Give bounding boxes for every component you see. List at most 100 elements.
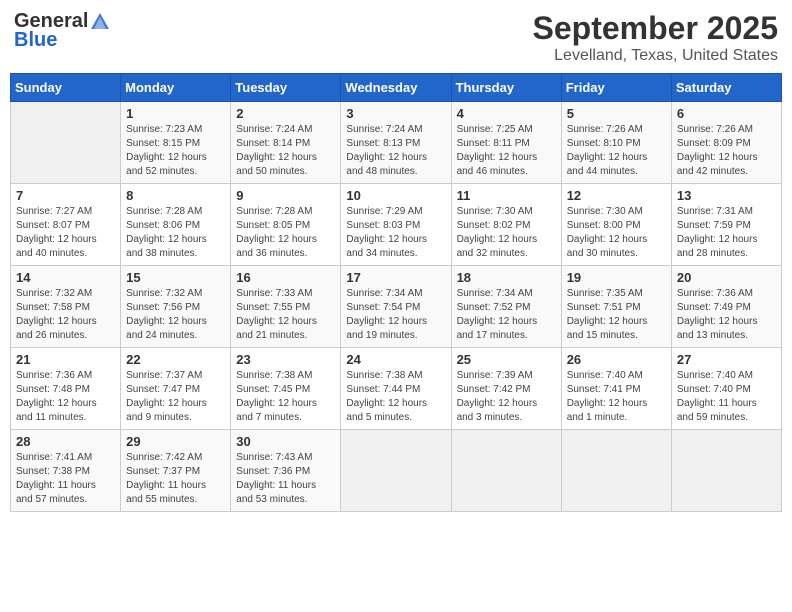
day-number: 11 [457,188,556,203]
day-number: 28 [16,434,115,449]
day-info: Sunrise: 7:41 AM Sunset: 7:38 PM Dayligh… [16,451,115,507]
day-info: Sunrise: 7:28 AM Sunset: 8:05 PM Dayligh… [236,205,335,261]
calendar-cell: 5 Sunrise: 7:26 AM Sunset: 8:10 PM Daylig… [561,102,671,184]
day-info: Sunrise: 7:34 AM Sunset: 7:54 PM Dayligh… [346,287,445,343]
calendar-cell: 24 Sunrise: 7:38 AM Sunset: 7:44 PM Dayli… [341,348,451,430]
calendar-cell: 3 Sunrise: 7:24 AM Sunset: 8:13 PM Daylig… [341,102,451,184]
day-info: Sunrise: 7:36 AM Sunset: 7:49 PM Dayligh… [677,287,776,343]
weekday-header: Monday [121,74,231,102]
calendar-cell: 10 Sunrise: 7:29 AM Sunset: 8:03 PM Dayli… [341,184,451,266]
day-number: 10 [346,188,445,203]
calendar-cell: 12Sunrise: 7:30 AM Sunset: 8:00 PM Dayli… [561,184,671,266]
day-info: Sunrise: 7:32 AM Sunset: 7:56 PM Dayligh… [126,287,225,343]
day-info: Sunrise: 7:37 AM Sunset: 7:47 PM Dayligh… [126,369,225,425]
page-header: General Blue September 2025 Levelland, T… [10,10,782,65]
calendar-cell: 15 Sunrise: 7:32 AM Sunset: 7:56 PM Dayli… [121,266,231,348]
calendar-cell: 19 Sunrise: 7:35 AM Sunset: 7:51 PM Dayli… [561,266,671,348]
logo-blue-text: Blue [14,29,57,52]
day-info: Sunrise: 7:29 AM Sunset: 8:03 PM Dayligh… [346,205,445,261]
calendar-week-row: 1 Sunrise: 7:23 AM Sunset: 8:15 PM Daylig… [11,102,782,184]
day-info: Sunrise: 7:30 AM Sunset: 8:02 PM Dayligh… [457,205,556,261]
day-number: 25 [457,352,556,367]
calendar-cell: 14 Sunrise: 7:32 AM Sunset: 7:58 PM Dayli… [11,266,121,348]
day-number: 30 [236,434,335,449]
calendar-cell: 2 Sunrise: 7:24 AM Sunset: 8:14 PM Daylig… [231,102,341,184]
day-info: Sunrise: 7:43 AM Sunset: 7:36 PM Dayligh… [236,451,335,507]
day-info: Sunrise: 7:25 AM Sunset: 8:11 PM Dayligh… [457,123,556,179]
title-block: September 2025 Levelland, Texas, United … [533,10,778,65]
weekday-header: Thursday [451,74,561,102]
day-info: Sunrise: 7:27 AM Sunset: 8:07 PM Dayligh… [16,205,115,261]
day-number: 17 [346,270,445,285]
calendar-cell: 11 Sunrise: 7:30 AM Sunset: 8:02 PM Dayli… [451,184,561,266]
calendar-cell [11,102,121,184]
weekday-header: Sunday [11,74,121,102]
calendar-cell: 4 Sunrise: 7:25 AM Sunset: 8:11 PM Daylig… [451,102,561,184]
day-info: Sunrise: 7:30 AM Sunset: 8:00 PM Dayligh… [567,205,666,261]
weekday-header: Tuesday [231,74,341,102]
calendar-cell: 21Sunrise: 7:36 AM Sunset: 7:48 PM Dayli… [11,348,121,430]
day-number: 23 [236,352,335,367]
logo: General Blue [14,10,113,52]
day-info: Sunrise: 7:38 AM Sunset: 7:45 PM Dayligh… [236,369,335,425]
day-number: 26 [567,352,666,367]
calendar-cell: 26 Sunrise: 7:40 AM Sunset: 7:41 PM Dayli… [561,348,671,430]
calendar-cell: 30 Sunrise: 7:43 AM Sunset: 7:36 PM Dayli… [231,430,341,512]
day-number: 6 [677,106,776,121]
calendar-cell: 16Sunrise: 7:33 AM Sunset: 7:55 PM Dayli… [231,266,341,348]
calendar-week-row: 21Sunrise: 7:36 AM Sunset: 7:48 PM Dayli… [11,348,782,430]
day-number: 4 [457,106,556,121]
logo-icon [89,11,111,33]
day-number: 15 [126,270,225,285]
day-info: Sunrise: 7:24 AM Sunset: 8:13 PM Dayligh… [346,123,445,179]
day-info: Sunrise: 7:32 AM Sunset: 7:58 PM Dayligh… [16,287,115,343]
day-info: Sunrise: 7:38 AM Sunset: 7:44 PM Dayligh… [346,369,445,425]
calendar-cell: 13 Sunrise: 7:31 AM Sunset: 7:59 PM Dayli… [671,184,781,266]
calendar-cell: 28 Sunrise: 7:41 AM Sunset: 7:38 PM Dayli… [11,430,121,512]
day-info: Sunrise: 7:26 AM Sunset: 8:10 PM Dayligh… [567,123,666,179]
calendar-cell: 25 Sunrise: 7:39 AM Sunset: 7:42 PM Dayli… [451,348,561,430]
day-number: 21 [16,352,115,367]
day-info: Sunrise: 7:31 AM Sunset: 7:59 PM Dayligh… [677,205,776,261]
calendar-cell: 1 Sunrise: 7:23 AM Sunset: 8:15 PM Daylig… [121,102,231,184]
weekday-header: Wednesday [341,74,451,102]
day-info: Sunrise: 7:35 AM Sunset: 7:51 PM Dayligh… [567,287,666,343]
weekday-header: Friday [561,74,671,102]
day-info: Sunrise: 7:39 AM Sunset: 7:42 PM Dayligh… [457,369,556,425]
day-number: 8 [126,188,225,203]
day-number: 9 [236,188,335,203]
day-number: 20 [677,270,776,285]
day-number: 16 [236,270,335,285]
calendar-cell: 9 Sunrise: 7:28 AM Sunset: 8:05 PM Daylig… [231,184,341,266]
day-number: 7 [16,188,115,203]
day-info: Sunrise: 7:26 AM Sunset: 8:09 PM Dayligh… [677,123,776,179]
day-number: 2 [236,106,335,121]
day-info: Sunrise: 7:24 AM Sunset: 8:14 PM Dayligh… [236,123,335,179]
day-info: Sunrise: 7:40 AM Sunset: 7:41 PM Dayligh… [567,369,666,425]
calendar-cell: 29 Sunrise: 7:42 AM Sunset: 7:37 PM Dayli… [121,430,231,512]
day-number: 13 [677,188,776,203]
calendar-cell [561,430,671,512]
day-number: 1 [126,106,225,121]
calendar-cell: 23 Sunrise: 7:38 AM Sunset: 7:45 PM Dayli… [231,348,341,430]
day-number: 29 [126,434,225,449]
calendar-cell: 18 Sunrise: 7:34 AM Sunset: 7:52 PM Dayli… [451,266,561,348]
calendar-cell: 8 Sunrise: 7:28 AM Sunset: 8:06 PM Daylig… [121,184,231,266]
month-title: September 2025 [533,10,778,47]
calendar-cell: 7 Sunrise: 7:27 AM Sunset: 8:07 PM Daylig… [11,184,121,266]
day-info: Sunrise: 7:28 AM Sunset: 8:06 PM Dayligh… [126,205,225,261]
day-info: Sunrise: 7:34 AM Sunset: 7:52 PM Dayligh… [457,287,556,343]
calendar-table: SundayMondayTuesdayWednesdayThursdayFrid… [10,73,782,512]
day-number: 5 [567,106,666,121]
day-info: Sunrise: 7:23 AM Sunset: 8:15 PM Dayligh… [126,123,225,179]
day-info: Sunrise: 7:42 AM Sunset: 7:37 PM Dayligh… [126,451,225,507]
day-number: 3 [346,106,445,121]
day-number: 19 [567,270,666,285]
weekday-header-row: SundayMondayTuesdayWednesdayThursdayFrid… [11,74,782,102]
calendar-cell: 27Sunrise: 7:40 AM Sunset: 7:40 PM Dayli… [671,348,781,430]
calendar-cell [451,430,561,512]
day-number: 18 [457,270,556,285]
day-number: 14 [16,270,115,285]
calendar-week-row: 28 Sunrise: 7:41 AM Sunset: 7:38 PM Dayli… [11,430,782,512]
day-number: 24 [346,352,445,367]
